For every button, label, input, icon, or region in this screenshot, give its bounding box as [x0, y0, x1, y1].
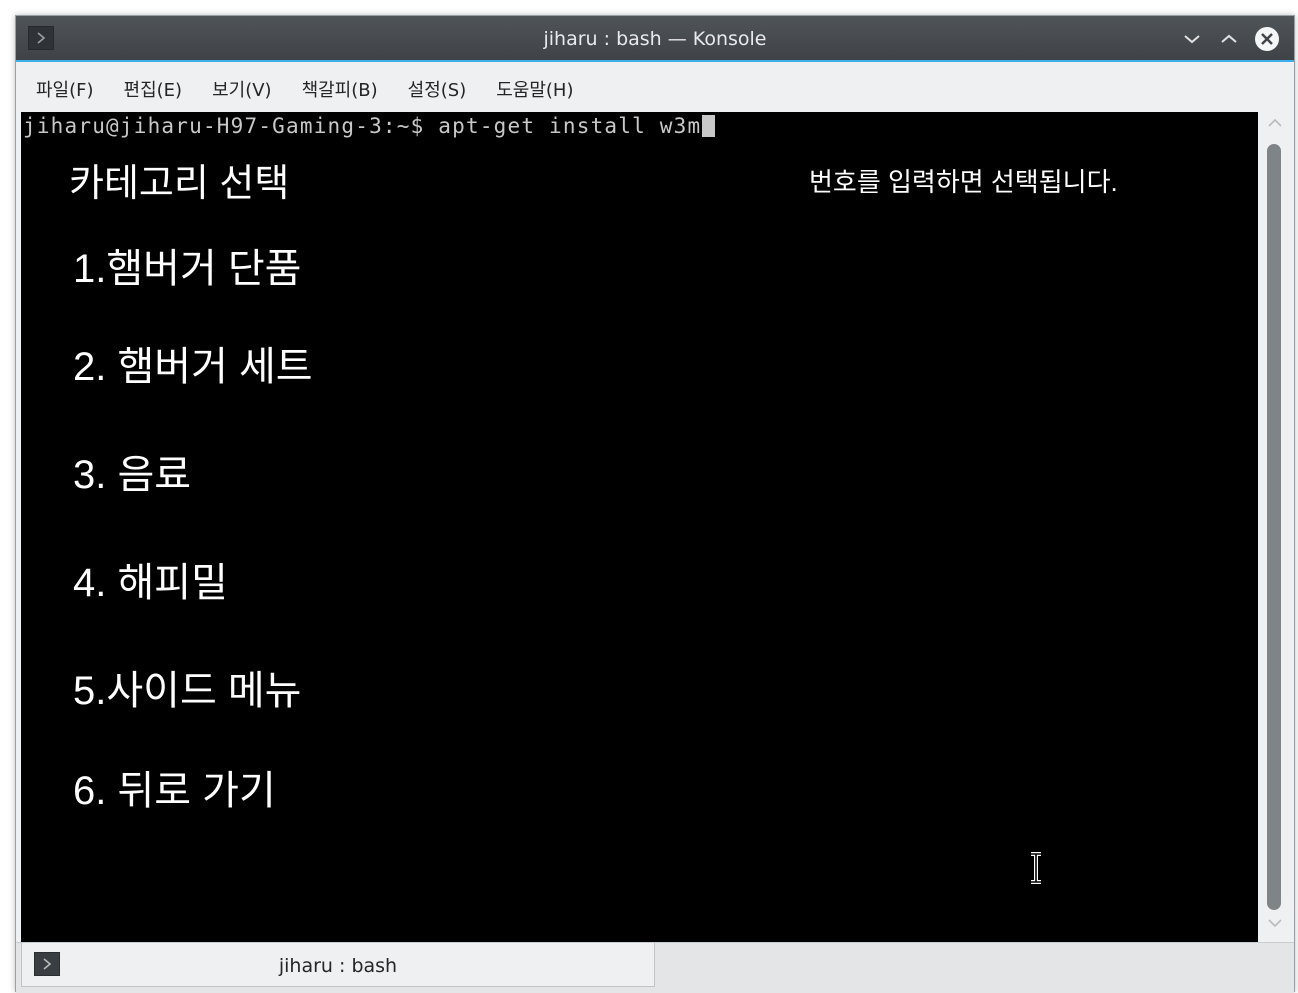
terminal-area[interactable]: jiharu@jiharu-H97-Gaming-3:~$ apt-get in…	[21, 112, 1258, 942]
command-line: jiharu@jiharu-H97-Gaming-3:~$ apt-get in…	[23, 114, 716, 138]
tab-bar: jiharu : bash	[16, 942, 1294, 993]
tab-bash[interactable]: jiharu : bash	[21, 943, 655, 987]
minimize-button[interactable]	[1179, 26, 1205, 52]
chevron-up-icon	[1221, 34, 1237, 43]
vertical-scrollbar[interactable]	[1260, 112, 1290, 942]
tab-label: jiharu : bash	[278, 955, 398, 977]
konsole-window: jiharu : bash — Konsole 파일(F) 편집(E) 보기(V…	[15, 15, 1295, 993]
prompt-text: jiharu@jiharu-H97-Gaming-3:~$ apt-get in…	[23, 114, 702, 138]
menu-edit[interactable]: 편집(E)	[124, 76, 183, 102]
category-heading: 카테고리 선택	[69, 163, 290, 205]
text-cursor-icon	[1031, 852, 1041, 884]
chevron-down-icon	[1184, 35, 1200, 44]
menu-option-1: 1.햄버거 단품	[73, 247, 302, 291]
menu-bar: 파일(F) 편집(E) 보기(V) 책갈피(B) 설정(S) 도움말(H)	[16, 64, 1294, 114]
menu-view[interactable]: 보기(V)	[212, 76, 271, 102]
maximize-button[interactable]	[1216, 26, 1242, 52]
menu-settings[interactable]: 설정(S)	[408, 76, 467, 102]
menu-help[interactable]: 도움말(H)	[496, 76, 573, 102]
close-icon	[1255, 27, 1279, 51]
window-title: jiharu : bash — Konsole	[543, 28, 767, 50]
scrollbar-thumb[interactable]	[1267, 144, 1281, 910]
close-button[interactable]	[1254, 26, 1280, 52]
title-bar[interactable]: jiharu : bash — Konsole	[16, 16, 1294, 62]
menu-bookmarks[interactable]: 책갈피(B)	[302, 76, 378, 102]
scroll-up-icon[interactable]	[1268, 118, 1282, 128]
menu-option-6: 6. 뒤로 가기	[73, 769, 276, 813]
menu-option-2: 2. 햄버거 세트	[73, 345, 313, 389]
scroll-down-icon[interactable]	[1268, 918, 1282, 928]
menu-option-3: 3. 음료	[73, 453, 192, 497]
menu-file[interactable]: 파일(F)	[36, 76, 94, 102]
selection-hint: 번호를 입력하면 선택됩니다.	[809, 167, 1118, 197]
menu-option-4: 4. 해피밀	[73, 561, 228, 605]
terminal-cursor	[702, 115, 716, 137]
menu-option-5: 5.사이드 메뉴	[73, 669, 302, 713]
